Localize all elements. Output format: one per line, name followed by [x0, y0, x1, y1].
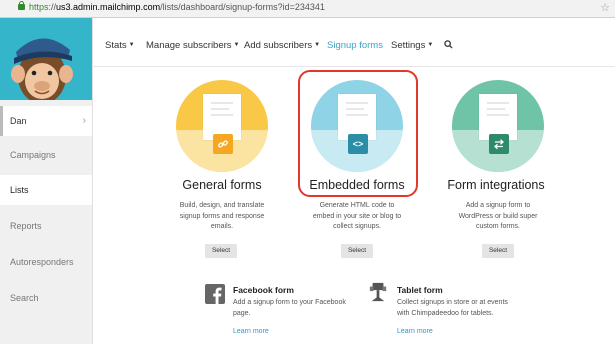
caret-down-icon: ▼: [233, 42, 240, 49]
tablet-form-description: Collect signups in store or at events wi…: [397, 299, 508, 317]
general-forms-illustration: [176, 80, 268, 172]
card-description: Add a signup form to WordPress or build …: [458, 202, 538, 230]
search-icon[interactable]: [444, 40, 453, 52]
bookmark-star-icon[interactable]: ☆: [600, 1, 610, 14]
sidebar-item-campaigns[interactable]: Campaigns: [0, 140, 92, 170]
caret-down-icon: ▼: [128, 42, 135, 49]
chevron-right-icon: ›: [82, 115, 86, 126]
url-text[interactable]: https://us3.admin.mailchimp.com/lists/da…: [29, 2, 325, 12]
sidebar-item-reports[interactable]: Reports: [0, 211, 92, 241]
caret-down-icon: ▼: [427, 42, 434, 49]
card-description: Generate HTML code to embed in your site…: [312, 202, 402, 230]
exchange-icon: [489, 134, 509, 154]
code-icon: <>: [348, 134, 368, 154]
nav-manage-subscribers[interactable]: Manage subscribers ▼: [146, 40, 240, 51]
tablet-learn-more-link[interactable]: Learn more: [397, 328, 433, 335]
link-icon: [213, 134, 233, 154]
user-accent-bar: [0, 106, 3, 136]
nav-settings[interactable]: Settings ▼: [391, 40, 433, 51]
facebook-form-title: Facebook form: [233, 285, 294, 295]
card-title: General forms: [182, 178, 262, 192]
embedded-forms-illustration: <>: [311, 80, 403, 172]
nav-divider: [92, 66, 615, 67]
sidebar-item-search[interactable]: Search: [0, 283, 92, 313]
browser-address-bar[interactable]: https://us3.admin.mailchimp.com/lists/da…: [0, 0, 615, 18]
card-description: Build, design, and translate signup form…: [179, 202, 265, 230]
mailchimp-logo[interactable]: [0, 18, 92, 100]
caret-down-icon: ▼: [314, 42, 321, 49]
select-form-integrations-button[interactable]: Select: [482, 244, 514, 258]
sidebar-item-lists[interactable]: Lists: [0, 175, 92, 205]
card-title: Embedded forms: [309, 178, 405, 192]
card-title: Form integrations: [447, 178, 545, 192]
facebook-form-description: Add a signup form to your Facebook page.: [233, 299, 346, 317]
select-embedded-forms-button[interactable]: Select: [341, 244, 373, 258]
form-integrations-illustration: [452, 80, 544, 172]
sidebar-item-autoresponders[interactable]: Autoresponders: [0, 247, 92, 277]
nav-signup-forms[interactable]: Signup forms: [327, 40, 383, 51]
freddie-mascot-icon: [11, 38, 73, 100]
facebook-learn-more-link[interactable]: Learn more: [233, 328, 269, 335]
tablet-form-title: Tablet form: [397, 285, 443, 295]
sidebar-user-menu[interactable]: Dan ›: [0, 106, 92, 136]
tablet-stand-icon: [369, 282, 387, 302]
lock-icon: [18, 1, 25, 10]
nav-stats[interactable]: Stats ▼: [105, 40, 135, 51]
sidebar: Dan › Campaigns Lists Reports Autorespon…: [0, 18, 93, 344]
select-general-forms-button[interactable]: Select: [205, 244, 237, 258]
facebook-icon: [205, 284, 225, 304]
user-name: Dan: [10, 116, 27, 126]
nav-add-subscribers[interactable]: Add subscribers ▼: [244, 40, 320, 51]
